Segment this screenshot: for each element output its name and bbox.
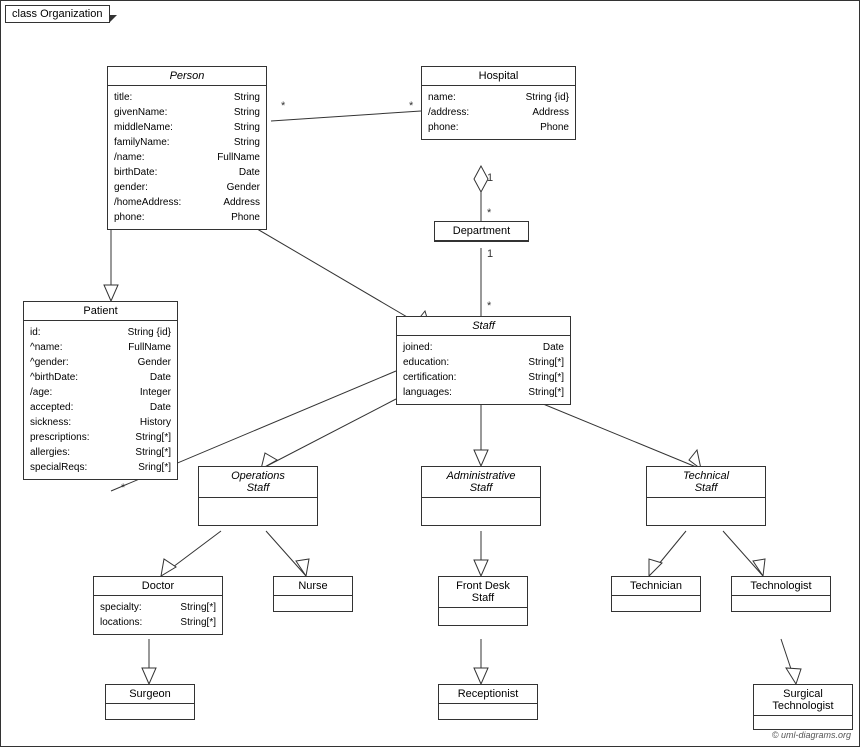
svg-text:1: 1 <box>487 172 493 184</box>
technician-class: Technician <box>611 576 701 612</box>
surgeon-class: Surgeon <box>105 684 195 720</box>
staff-attrs: joined:Date education:String[*] certific… <box>397 336 570 404</box>
technical-staff-title: Technical Staff <box>647 467 765 498</box>
copyright: © uml-diagrams.org <box>772 730 851 740</box>
svg-text:*: * <box>121 482 126 494</box>
diagram-title: class Organization <box>5 5 110 23</box>
patient-attrs: id:String {id} ^name:FullName ^gender:Ge… <box>24 321 177 479</box>
front-desk-staff-title: Front Desk Staff <box>439 577 527 608</box>
nurse-title: Nurse <box>274 577 352 596</box>
svg-text:1: 1 <box>487 248 493 260</box>
receptionist-title: Receptionist <box>439 685 537 704</box>
administrative-staff-title: Administrative Staff <box>422 467 540 498</box>
svg-text:*: * <box>487 300 492 312</box>
technician-title: Technician <box>612 577 700 596</box>
doctor-title: Doctor <box>94 577 222 596</box>
receptionist-class: Receptionist <box>438 684 538 720</box>
technologist-title: Technologist <box>732 577 830 596</box>
person-attrs: title:String givenName:String middleName… <box>108 86 266 229</box>
technologist-class: Technologist <box>731 576 831 612</box>
hospital-attrs: name:String {id} /address:Address phone:… <box>422 86 575 139</box>
doctor-class: Doctor specialty:String[*] locations:Str… <box>93 576 223 635</box>
doctor-attrs: specialty:String[*] locations:String[*] <box>94 596 222 634</box>
technical-staff-class: Technical Staff <box>646 466 766 526</box>
svg-text:*: * <box>409 100 414 112</box>
uml-diagram: class Organization <box>0 0 860 747</box>
hospital-title: Hospital <box>422 67 575 86</box>
administrative-staff-class: Administrative Staff <box>421 466 541 526</box>
department-title: Department <box>435 222 528 241</box>
department-class: Department <box>434 221 529 242</box>
person-class: Person title:String givenName:String mid… <box>107 66 267 230</box>
svg-text:*: * <box>487 207 492 219</box>
patient-class: Patient id:String {id} ^name:FullName ^g… <box>23 301 178 480</box>
staff-title: Staff <box>397 317 570 336</box>
operations-staff-title: Operations Staff <box>199 467 317 498</box>
svg-text:*: * <box>281 100 286 112</box>
surgical-technologist-title: Surgical Technologist <box>754 685 852 716</box>
hospital-class: Hospital name:String {id} /address:Addre… <box>421 66 576 140</box>
nurse-class: Nurse <box>273 576 353 612</box>
surgeon-title: Surgeon <box>106 685 194 704</box>
front-desk-staff-class: Front Desk Staff <box>438 576 528 626</box>
surgical-technologist-class: Surgical Technologist <box>753 684 853 730</box>
staff-class: Staff joined:Date education:String[*] ce… <box>396 316 571 405</box>
patient-title: Patient <box>24 302 177 321</box>
operations-staff-class: Operations Staff <box>198 466 318 526</box>
person-title: Person <box>108 67 266 86</box>
